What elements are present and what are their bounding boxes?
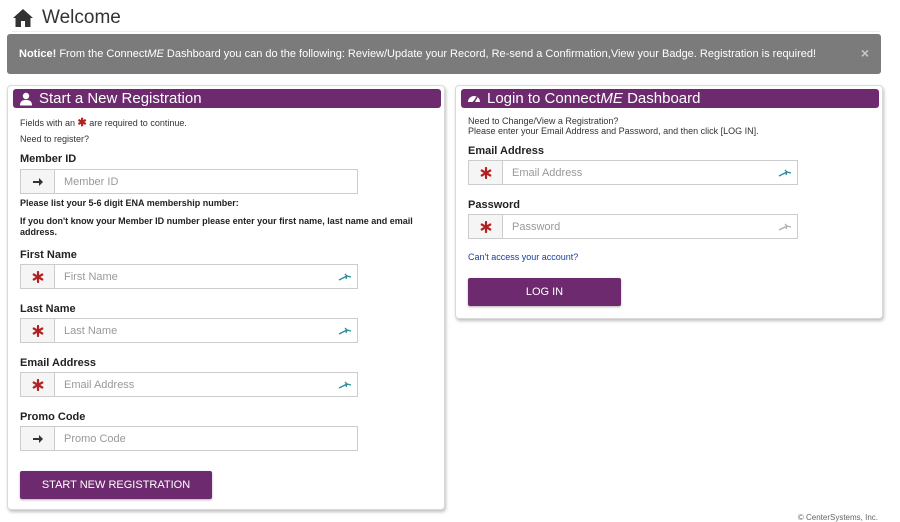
arrow-right-icon (21, 170, 55, 193)
key-icon (333, 319, 357, 342)
member-id-note: Please list your 5-6 digit ENA membershi… (20, 198, 239, 208)
asterisk-icon (469, 161, 503, 184)
key-icon (773, 161, 797, 184)
promo-code-input[interactable] (55, 427, 357, 450)
required-note: Fields with an ✱ are required to continu… (20, 117, 187, 129)
login-email-label: Email Address (468, 145, 545, 157)
asterisk-icon (21, 265, 55, 288)
member-id-input[interactable] (55, 170, 357, 193)
user-icon (20, 92, 32, 105)
login-panel: Login to ConnectME Dashboard Need to Cha… (455, 85, 883, 319)
promo-code-label: Promo Code (20, 411, 86, 423)
footer-copyright: © CenterSystems, Inc. (797, 513, 878, 522)
first-name-field (20, 264, 358, 289)
password-field (468, 214, 798, 239)
notice-text: Notice! From the ConnectME Dashboard you… (19, 48, 817, 60)
notice-banner: Notice! From the ConnectME Dashboard you… (7, 34, 881, 74)
login-intro-1: Need to Change/View a Registration? (468, 116, 619, 126)
page-header: Welcome (12, 5, 880, 32)
password-input[interactable] (503, 215, 773, 238)
cant-access-link[interactable]: Can't access your account? (468, 252, 578, 262)
start-registration-button[interactable]: START NEW REGISTRATION (20, 471, 212, 499)
last-name-input[interactable] (55, 319, 333, 342)
key-icon (333, 373, 357, 396)
last-name-field (20, 318, 358, 343)
login-email-field (468, 160, 798, 185)
asterisk-icon (469, 215, 503, 238)
member-id-help: If you don't know your Member ID number … (20, 216, 413, 237)
member-id-field (20, 169, 358, 194)
login-email-input[interactable] (503, 161, 773, 184)
member-id-label: Member ID (20, 153, 77, 165)
arrow-right-icon (21, 427, 55, 450)
email-field (20, 372, 358, 397)
asterisk-icon (21, 373, 55, 396)
first-name-label: First Name (20, 249, 77, 261)
last-name-label: Last Name (20, 303, 76, 315)
page-title: Welcome (42, 7, 121, 28)
login-title: Login to ConnectME Dashboard (487, 90, 701, 107)
key-icon (333, 265, 357, 288)
login-intro-2: Please enter your Email Address and Pass… (468, 126, 759, 136)
login-button[interactable]: LOG IN (468, 278, 621, 306)
key-icon (773, 215, 797, 238)
email-input[interactable] (55, 373, 333, 396)
required-asterisk-icon: ✱ (77, 117, 87, 129)
login-header: Login to ConnectME Dashboard (461, 89, 879, 108)
password-label: Password (468, 199, 520, 211)
first-name-input[interactable] (55, 265, 333, 288)
promo-code-field (20, 426, 358, 451)
home-icon (13, 9, 33, 27)
registration-panel: Start a New Registration Fields with an … (7, 85, 445, 510)
email-label: Email Address (20, 357, 97, 369)
need-register-text: Need to register? (20, 134, 90, 144)
asterisk-icon (21, 319, 55, 342)
dashboard-icon (468, 95, 480, 103)
registration-header: Start a New Registration (13, 89, 441, 108)
registration-title: Start a New Registration (39, 90, 202, 107)
close-icon[interactable]: × (861, 45, 869, 61)
